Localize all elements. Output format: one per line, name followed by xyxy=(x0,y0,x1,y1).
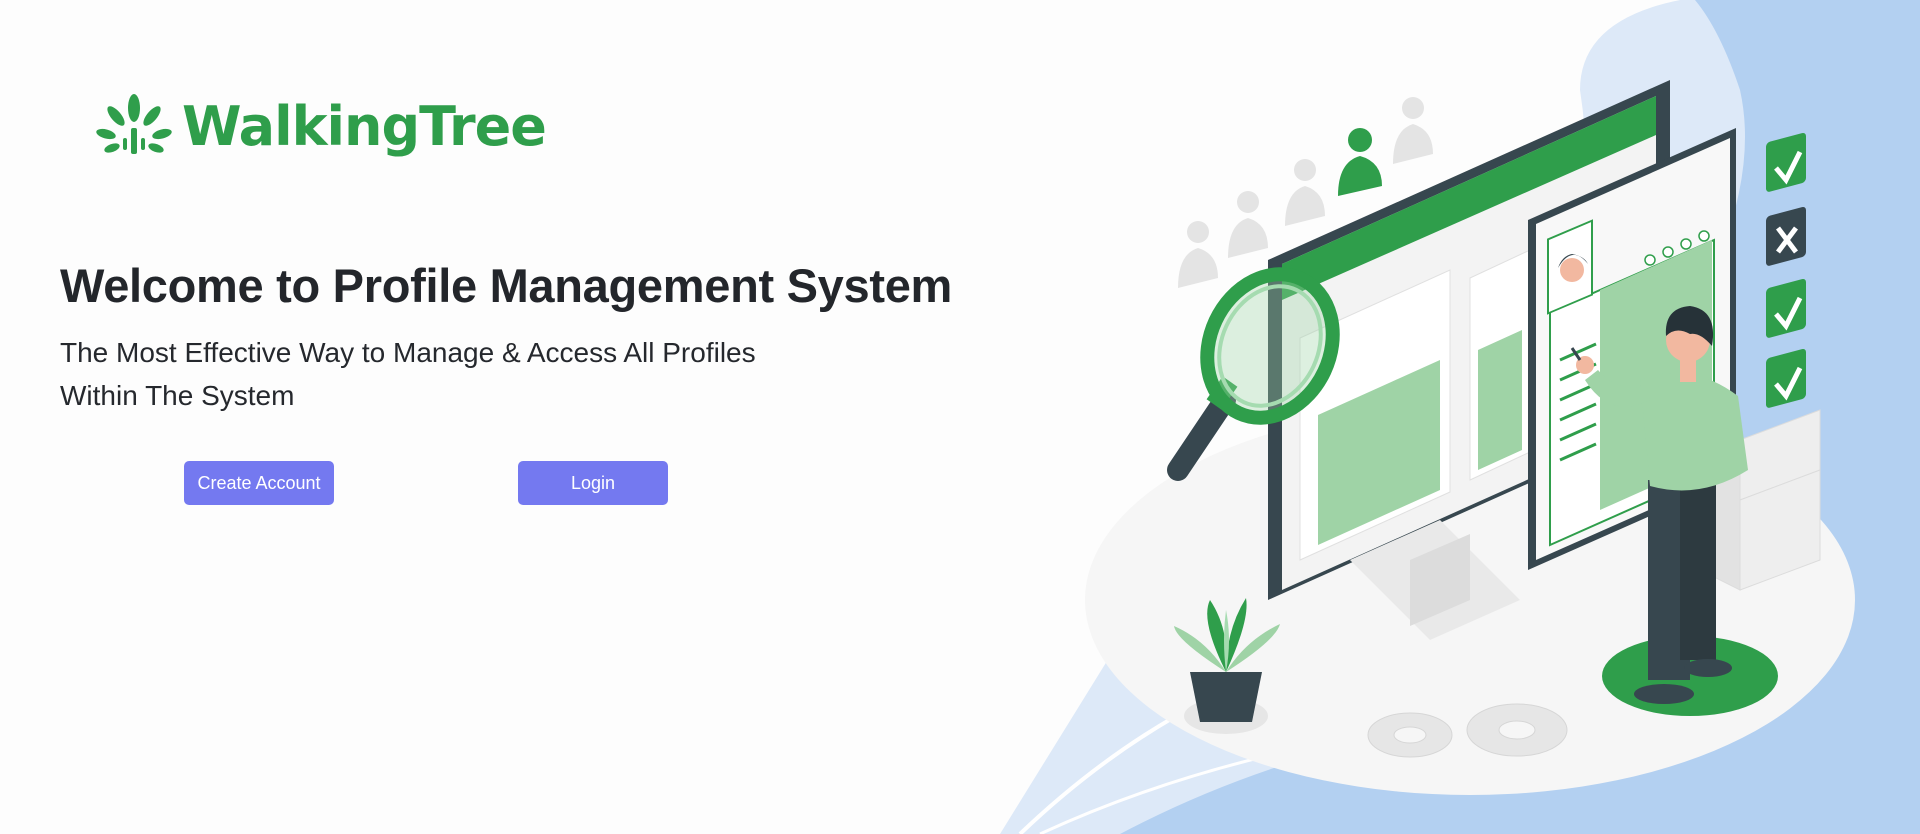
subtitle-line-1: The Most Effective Way to Manage & Acces… xyxy=(60,337,756,368)
hero-illustration xyxy=(1000,0,1920,834)
login-button[interactable]: Login xyxy=(518,461,668,505)
page-subtitle: The Most Effective Way to Manage & Acces… xyxy=(60,331,860,417)
page-title: Welcome to Profile Management System xyxy=(60,259,953,312)
create-account-button[interactable]: Create Account xyxy=(184,461,334,505)
landing-page: WalkingTree Welcome to Profile Managemen… xyxy=(0,0,1920,834)
tree-logo-icon xyxy=(96,94,172,154)
subtitle-line-2: Within The System xyxy=(60,380,295,411)
brand-name: WalkingTree xyxy=(182,95,547,158)
brand-logo: WalkingTree xyxy=(94,92,547,162)
